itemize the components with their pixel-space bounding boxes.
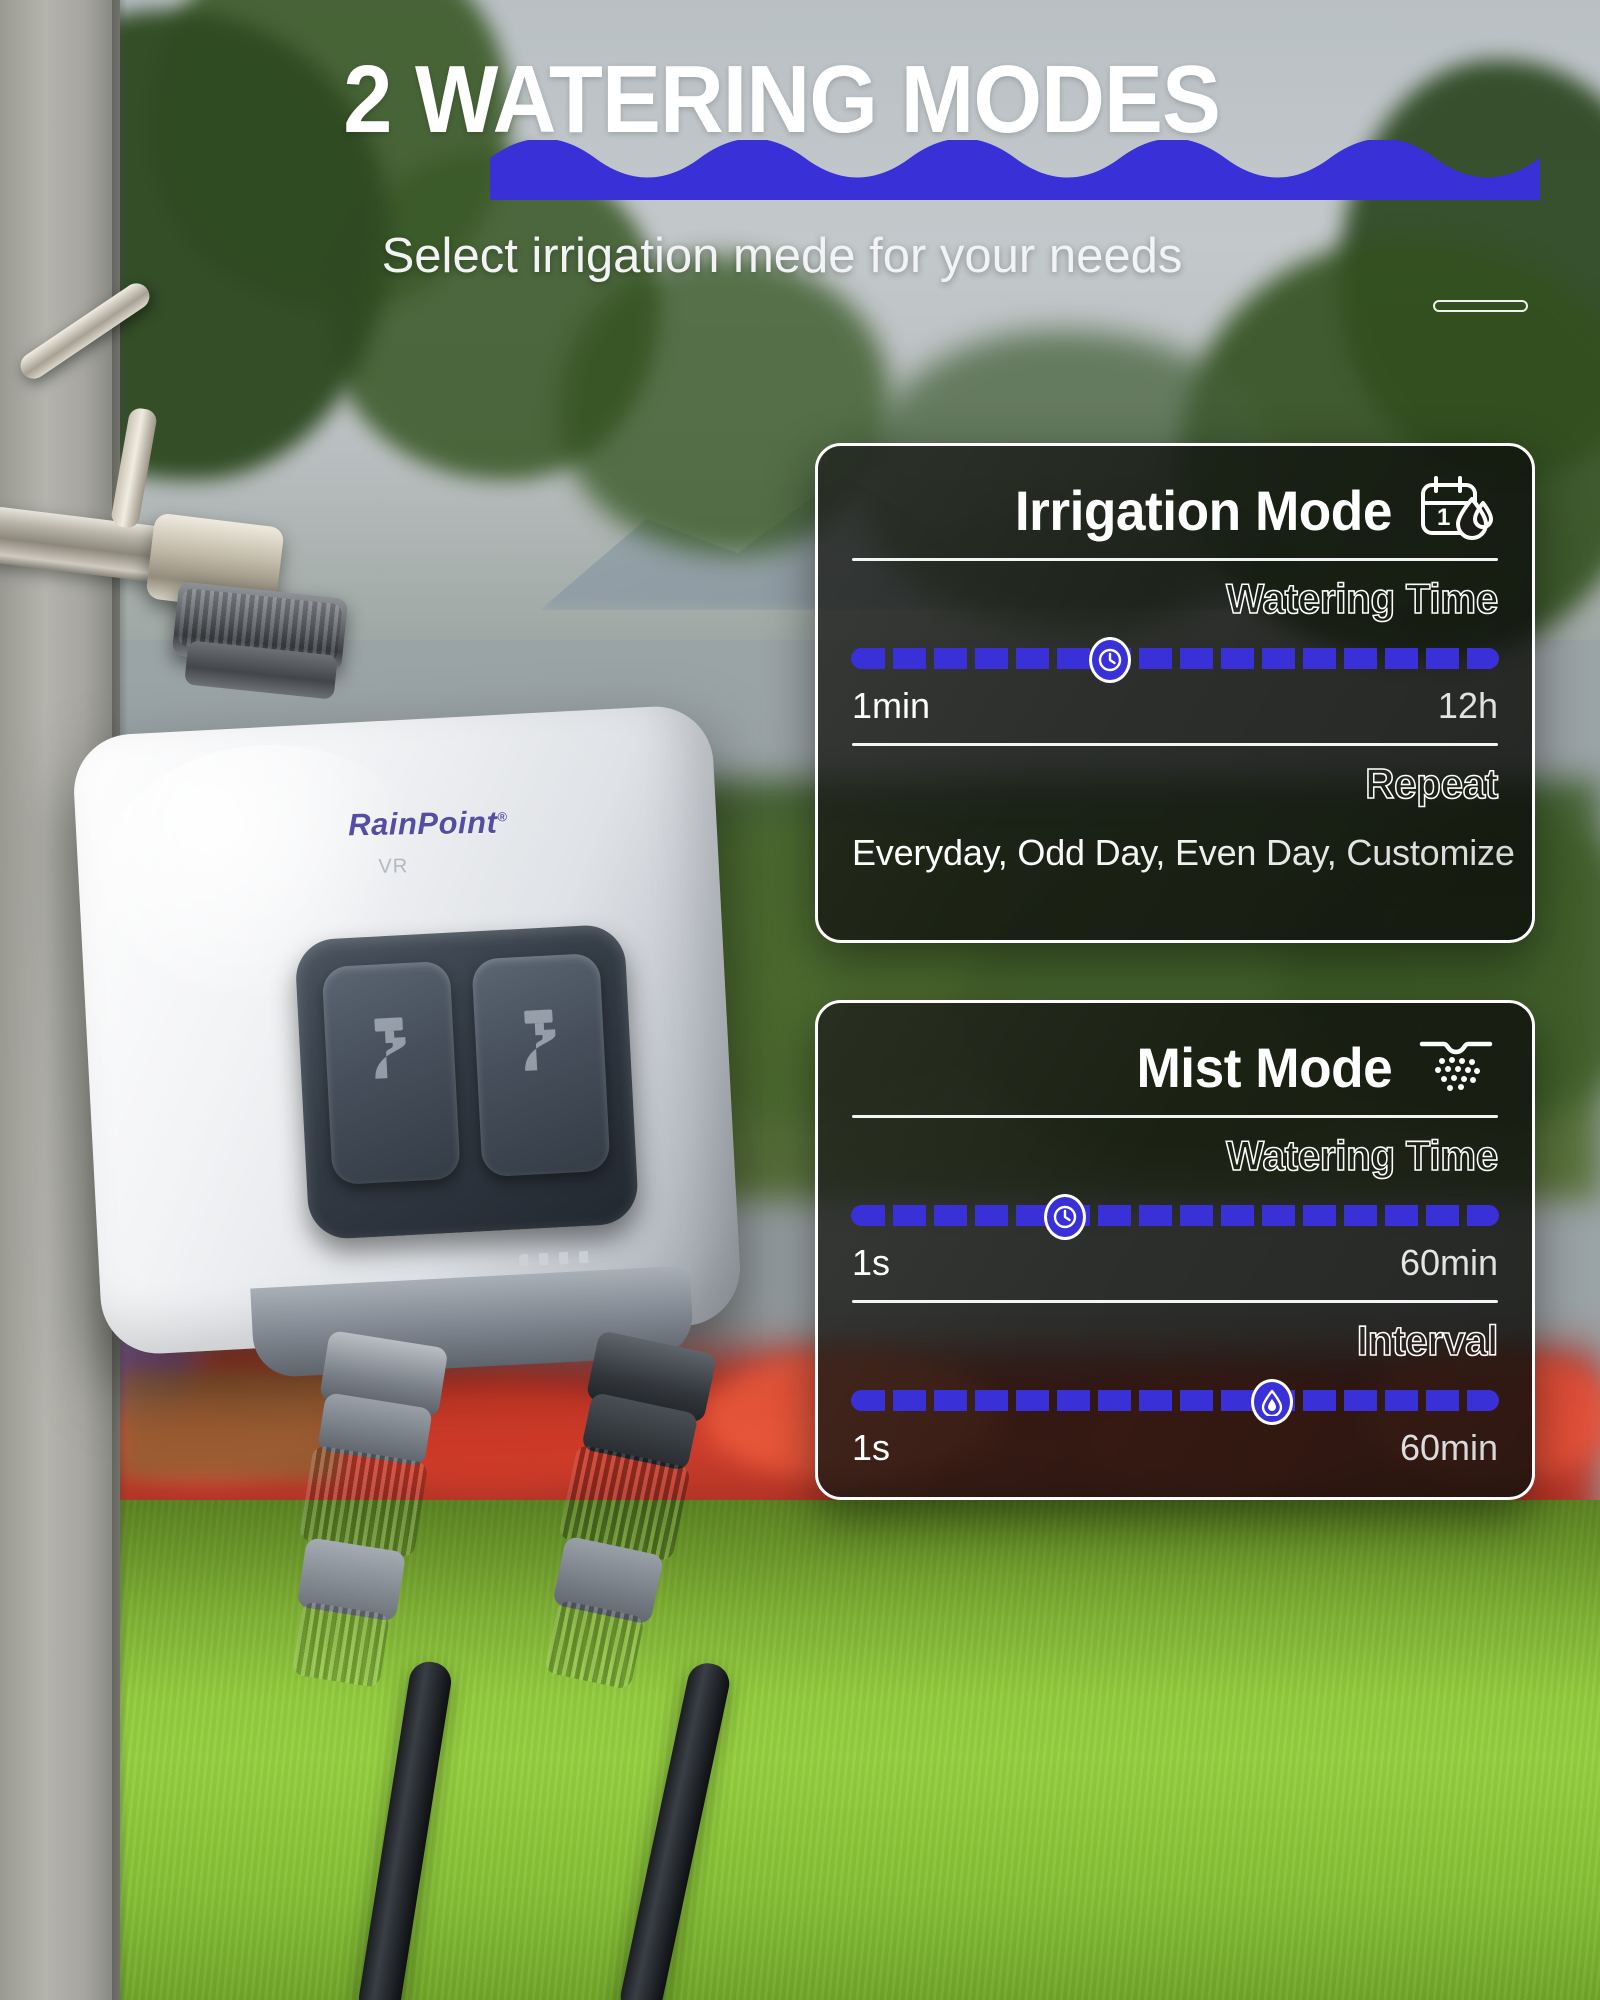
irrigation-watering-time-label: Watering Time: [1225, 574, 1499, 623]
rainpoint-logo: RainPoint®: [348, 804, 549, 843]
page-title: 2 WATERING MODES: [343, 46, 1221, 153]
irrigation-mode-card: Irrigation Mode 1 Watering Time 1min 12h…: [815, 443, 1535, 943]
droplet-icon: [1261, 1389, 1283, 1416]
device-model-label: VR: [378, 855, 409, 878]
faucet-icon: [510, 1007, 570, 1085]
irrigation-card-header: Irrigation Mode 1: [852, 472, 1498, 548]
range-max: 60min: [1399, 1242, 1498, 1283]
mist-watering-time-range: 1s 60min: [852, 1242, 1498, 1284]
range-min: 1min: [852, 685, 931, 726]
irrigation-watering-time-slider[interactable]: [851, 637, 1499, 683]
range-max: 60min: [1399, 1427, 1498, 1468]
svg-text:1: 1: [1437, 504, 1450, 531]
slider-thumb-droplet[interactable]: [1250, 1379, 1293, 1425]
clock-icon: [1053, 1205, 1077, 1229]
card-divider: [852, 558, 1498, 561]
mist-card-header: Mist Mode: [852, 1029, 1498, 1105]
mist-sprayer-icon: [1418, 1030, 1494, 1105]
mist-interval-label: Interval: [1356, 1316, 1499, 1365]
slider-thumb-clock[interactable]: [1089, 637, 1132, 683]
header: 2 WATERING MODES Select irrigation mede …: [0, 0, 1600, 312]
irrigation-watering-time-range: 1min 12h: [852, 685, 1498, 727]
page-subtitle: Select irrigation mede for your needs: [381, 229, 1183, 283]
slider-thumb-clock[interactable]: [1044, 1194, 1087, 1240]
slider-track[interactable]: [851, 1390, 1499, 1411]
irrigation-card-title: Irrigation Mode: [1014, 478, 1393, 542]
mist-mode-card: Mist Mode Watering Time 1s 60min Interva…: [815, 1000, 1535, 1500]
faucet-icon: [360, 1015, 420, 1093]
range-min: 1s: [852, 1427, 891, 1468]
mist-interval-slider[interactable]: [851, 1379, 1499, 1425]
irrigation-repeat-label: Repeat: [1365, 759, 1500, 808]
slider-track[interactable]: [851, 648, 1499, 669]
zone-2-button[interactable]: [471, 952, 611, 1178]
mist-card-title: Mist Mode: [1136, 1035, 1392, 1099]
marketing-image-stage: RainPoint® VR 2 WATERING MODES Select ir…: [0, 0, 1600, 2000]
header-divider-pill: [1433, 300, 1528, 312]
calendar-droplet-icon: 1: [1418, 473, 1494, 548]
mist-watering-time-label: Watering Time: [1225, 1131, 1499, 1180]
slider-track[interactable]: [851, 1205, 1499, 1226]
device-button-panel: [294, 923, 640, 1241]
mist-interval-range: 1s 60min: [852, 1427, 1498, 1469]
card-divider: [852, 1300, 1498, 1303]
card-divider: [852, 1115, 1498, 1118]
zone-1-button[interactable]: [321, 960, 461, 1186]
mist-watering-time-slider[interactable]: [851, 1194, 1499, 1240]
lawn-shadow: [0, 1500, 1600, 1700]
rainpoint-water-timer-device: RainPoint® VR: [71, 703, 745, 1397]
range-max: 12h: [1437, 685, 1498, 726]
clock-icon: [1099, 648, 1122, 672]
connector-ring: [291, 1601, 391, 1689]
range-min: 1s: [852, 1242, 891, 1283]
title-wrap: 2 WATERING MODES: [0, 52, 1600, 202]
irrigation-repeat-values: Everyday, Odd Day, Even Day, Customize: [852, 832, 1515, 873]
brand-name: RainPoint: [347, 804, 498, 843]
registered-mark: ®: [497, 809, 508, 825]
card-divider: [852, 743, 1498, 746]
